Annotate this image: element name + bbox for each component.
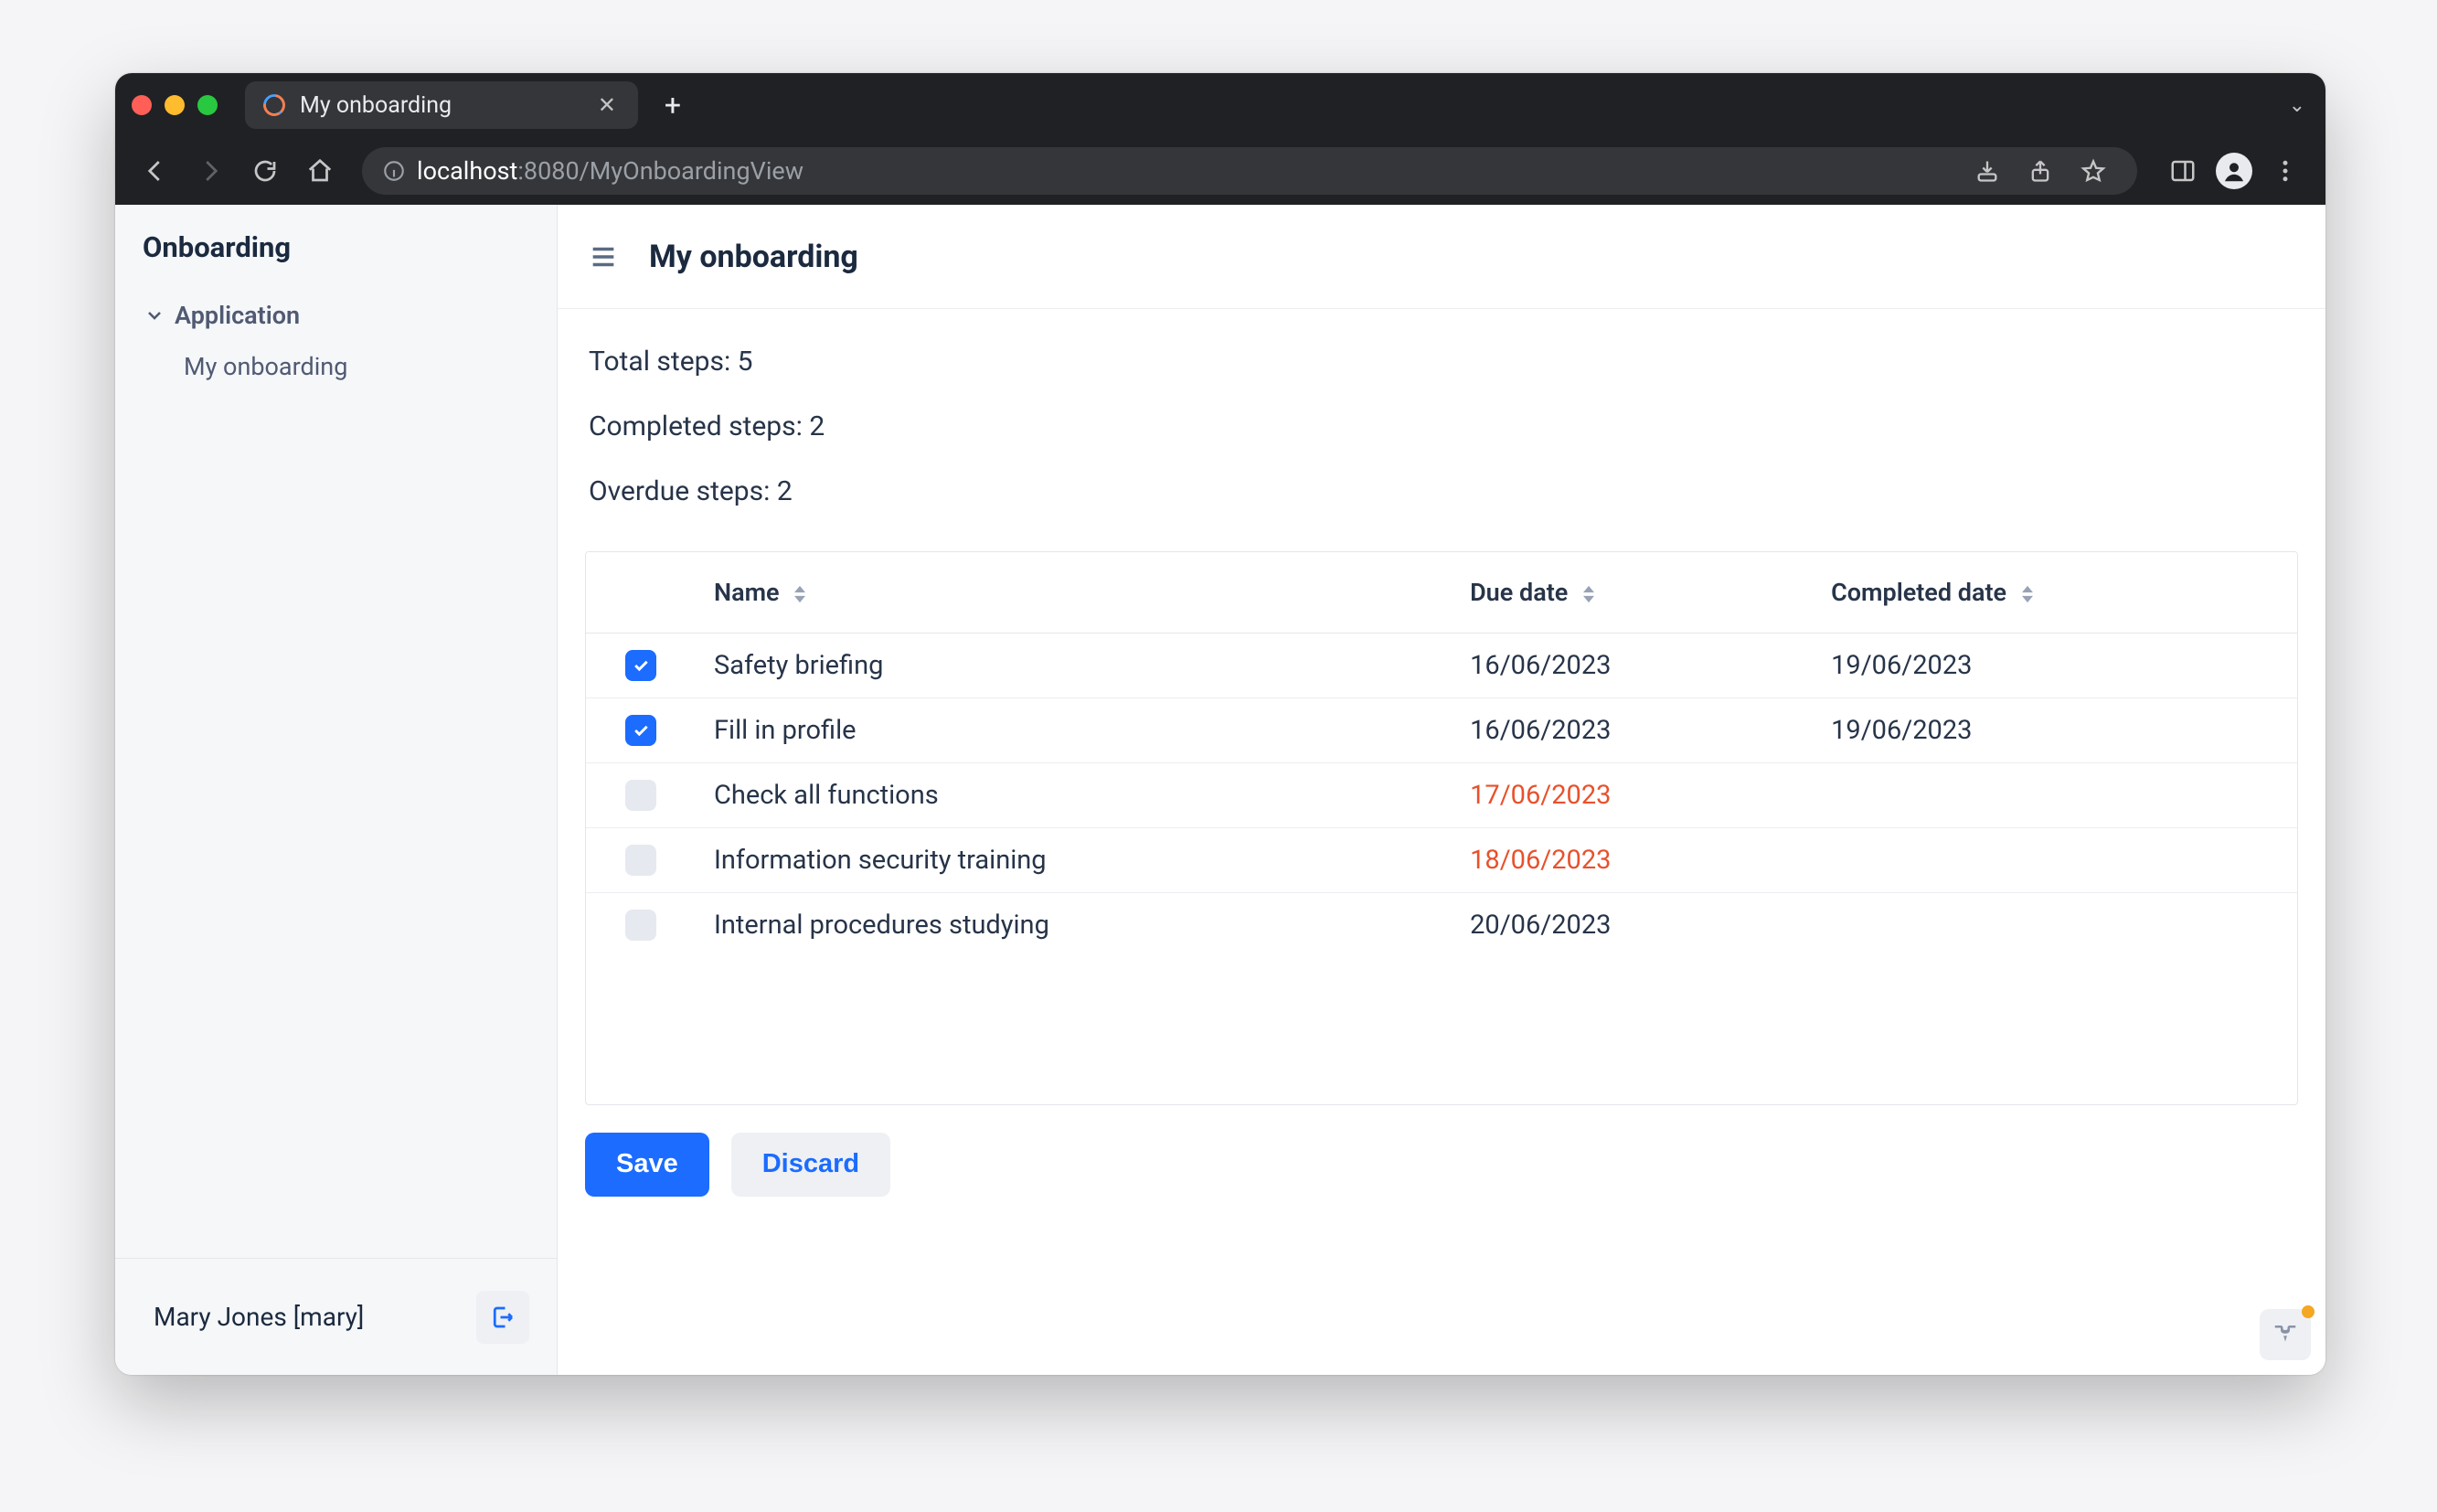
minimize-window-button[interactable] [165,95,185,115]
sort-icon [2022,585,2033,603]
logout-icon [489,1304,516,1331]
cell-due: 20/06/2023 [1452,893,1813,958]
check-icon [632,721,650,740]
table-row[interactable]: Check all functions17/06/2023 [586,763,2297,828]
content-header: My onboarding [558,205,2325,309]
action-bar: Save Discard [558,1105,2325,1224]
tabs-dropdown-icon[interactable]: ⌄ [2289,94,2305,117]
forward-button[interactable] [186,147,234,195]
cell-completed [1813,893,2297,958]
cell-name: Fill in profile [696,698,1452,763]
step-checkbox[interactable] [625,910,656,941]
step-checkbox[interactable] [625,650,656,681]
sidebar-item-my-onboarding[interactable]: My onboarding [138,339,557,381]
reload-button[interactable] [241,147,289,195]
side-panel-icon[interactable] [2159,147,2207,195]
cell-completed [1813,828,2297,893]
kebab-menu-icon[interactable] [2261,147,2309,195]
hamburger-icon [588,241,619,272]
address-bar[interactable]: localhost:8080/MyOnboardingView [362,147,2137,195]
cell-name: Check all functions [696,763,1452,828]
tab-title: My onboarding [300,92,580,119]
url-port: :8080 [517,156,579,186]
table-row[interactable]: Information security training18/06/2023 [586,828,2297,893]
sidebar-group-toggle[interactable]: Application [138,292,557,339]
url-host: localhost [417,156,517,186]
current-user-label: Mary Jones [mary] [154,1302,364,1332]
col-header-due[interactable]: Due date [1452,552,1813,634]
address-bar-actions [1963,147,2117,195]
table-row[interactable]: Safety briefing16/06/202319/06/2023 [586,634,2297,698]
sidebar-footer: Mary Jones [mary] [115,1258,557,1375]
back-button[interactable] [132,147,179,195]
cell-name: Safety briefing [696,634,1452,698]
tab-close-icon[interactable]: ✕ [592,89,622,122]
cell-completed: 19/06/2023 [1813,698,2297,763]
step-checkbox[interactable] [625,845,656,876]
maximize-window-button[interactable] [197,95,218,115]
url-path: /MyOnboardingView [580,156,803,186]
cell-completed: 19/06/2023 [1813,634,2297,698]
summary-completed: Completed steps: 2 [589,410,2294,442]
table-row[interactable]: Internal procedures studying20/06/2023 [586,893,2297,958]
col-header-completed-label: Completed date [1831,578,2006,607]
sidebar-group-label: Application [175,301,300,330]
new-tab-button[interactable]: + [653,85,693,125]
tab-strip: My onboarding ✕ + ⌄ [115,73,2325,137]
step-checkbox[interactable] [625,715,656,746]
home-button[interactable] [296,147,344,195]
url-text: localhost:8080/MyOnboardingView [417,156,803,186]
close-window-button[interactable] [132,95,152,115]
share-icon[interactable] [2017,147,2064,195]
browser-window: My onboarding ✕ + ⌄ [115,73,2325,1375]
chevron-down-icon [144,304,165,326]
drawer-toggle-button[interactable] [585,239,622,275]
browser-toolbar: localhost:8080/MyOnboardingView [115,137,2325,205]
save-button[interactable]: Save [585,1133,709,1197]
cell-due: 16/06/2023 [1452,634,1813,698]
summary-panel: Total steps: 5 Completed steps: 2 Overdu… [558,309,2325,535]
sort-icon [794,585,805,603]
cell-name: Internal procedures studying [696,893,1452,958]
col-header-name-label: Name [714,578,780,607]
toolbar-right-icons [2159,147,2309,195]
cell-name: Information security training [696,828,1452,893]
profile-icon[interactable] [2210,147,2258,195]
browser-chrome: My onboarding ✕ + ⌄ [115,73,2325,205]
col-header-name[interactable]: Name [696,552,1452,634]
app: Onboarding Application My onboarding Mar… [115,205,2325,1375]
col-header-checkbox [586,552,696,634]
steps-table: Name Due date [585,551,2298,1105]
sidebar: Onboarding Application My onboarding Mar… [115,205,558,1375]
tab-favicon-icon [261,92,287,118]
step-checkbox[interactable] [625,780,656,811]
browser-tab[interactable]: My onboarding ✕ [245,81,638,129]
col-header-due-label: Due date [1470,578,1568,607]
logout-button[interactable] [476,1291,529,1344]
summary-overdue: Overdue steps: 2 [589,475,2294,507]
cell-due: 18/06/2023 [1452,828,1813,893]
dev-tools-badge[interactable] [2260,1309,2311,1360]
table-row[interactable]: Fill in profile16/06/202319/06/2023 [586,698,2297,763]
cell-completed [1813,763,2297,828]
install-app-icon[interactable] [1963,147,2011,195]
content: My onboarding Total steps: 5 Completed s… [558,205,2325,1375]
col-header-completed[interactable]: Completed date [1813,552,2297,634]
check-icon [632,656,650,675]
site-info-icon[interactable] [382,159,406,183]
vaadin-icon [2272,1321,2299,1348]
sidebar-group-application: Application My onboarding [115,292,557,381]
cell-due: 16/06/2023 [1452,698,1813,763]
page-title: My onboarding [649,239,858,275]
sort-icon [1583,585,1594,603]
cell-due: 17/06/2023 [1452,763,1813,828]
discard-button[interactable]: Discard [731,1133,890,1197]
window-controls [132,95,218,115]
summary-total: Total steps: 5 [589,346,2294,378]
sidebar-header: Onboarding [115,205,557,292]
bookmark-icon[interactable] [2070,147,2117,195]
